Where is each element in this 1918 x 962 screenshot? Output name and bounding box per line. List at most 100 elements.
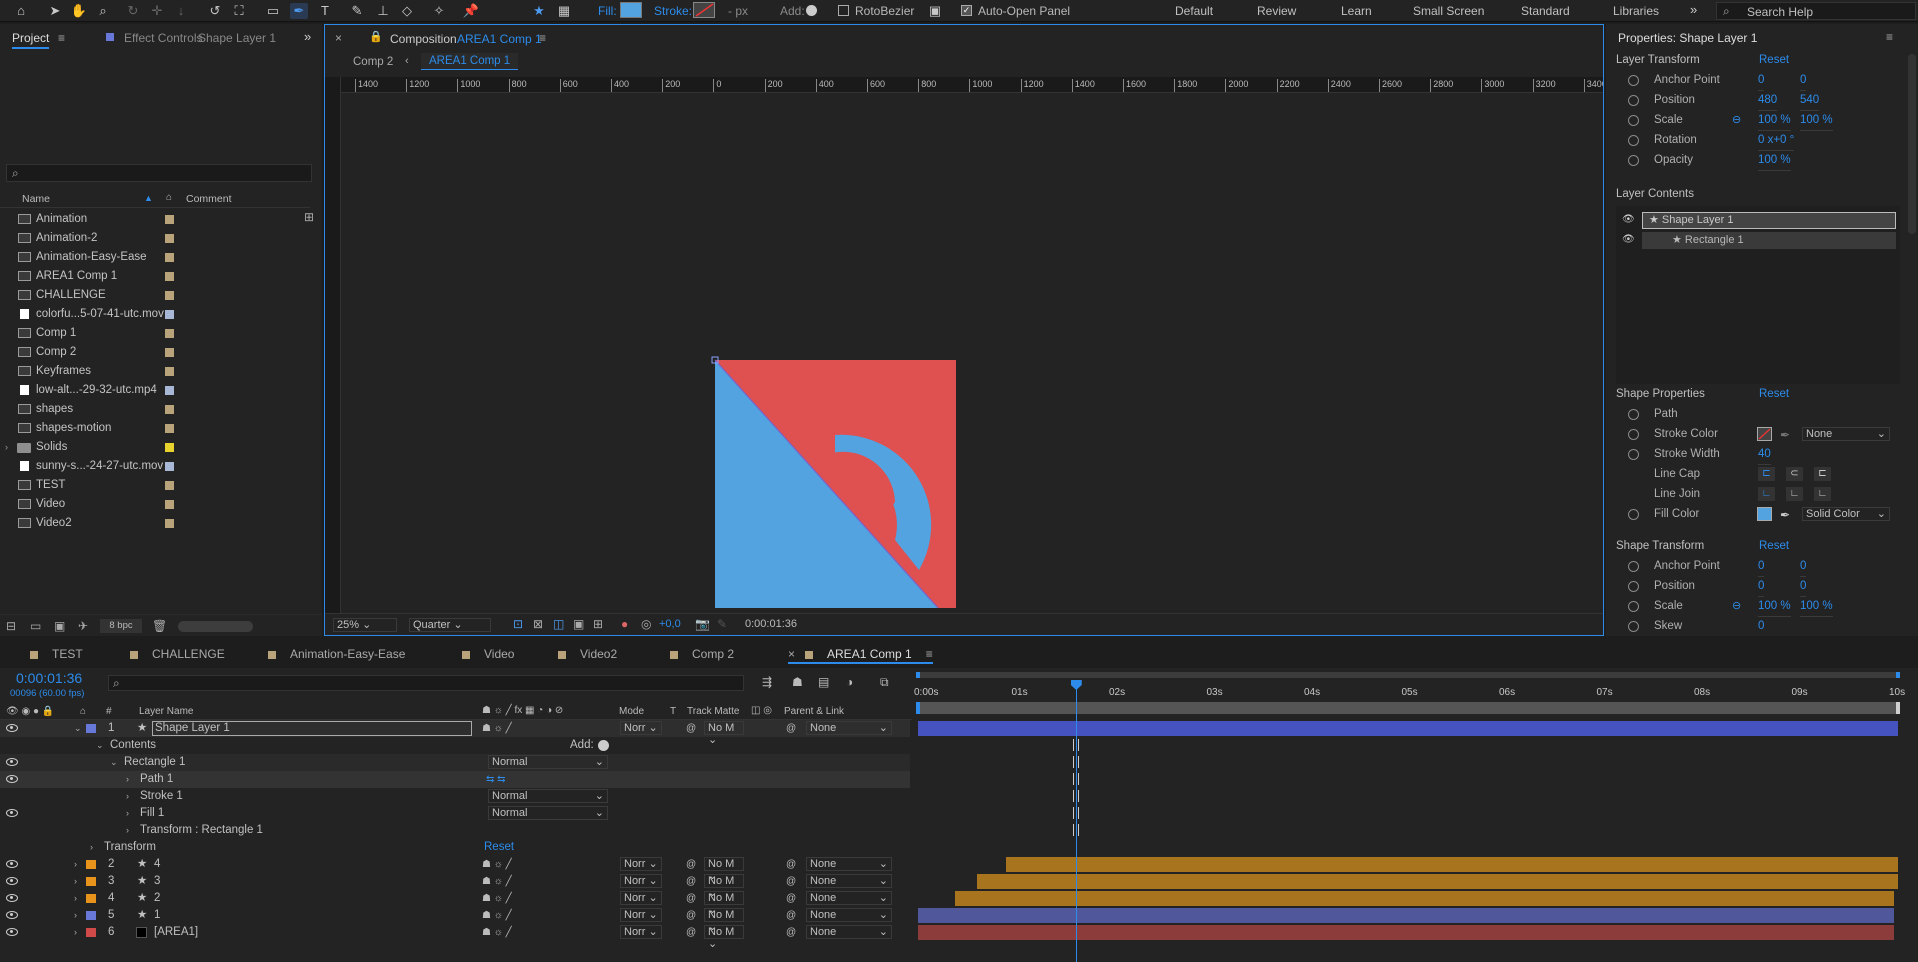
parent-pickwhip-icon[interactable]: @ — [786, 720, 796, 737]
region-interest-icon[interactable]: ▣ — [573, 617, 584, 631]
workspace-small-screen[interactable]: Small Screen — [1413, 4, 1484, 18]
layer-label-color[interactable] — [86, 928, 96, 937]
stroke-swatch[interactable] — [693, 2, 715, 18]
flowchart-icon[interactable]: ⊞ — [304, 210, 314, 224]
home-icon[interactable]: ⌂ — [12, 3, 30, 19]
properties-menu-icon[interactable]: ≡ — [1886, 30, 1893, 44]
rotobezier-checkbox[interactable] — [838, 5, 849, 16]
visibility-eye-icon[interactable] — [6, 775, 18, 783]
pickwhip-icon[interactable]: @ — [686, 873, 696, 890]
property-value-1[interactable]: 0 — [1758, 556, 1765, 577]
parent-pickwhip-icon[interactable]: @ — [786, 924, 796, 941]
shy-layers-icon[interactable]: ☗ — [792, 675, 803, 689]
show-snapshot-icon[interactable]: ✎ — [717, 617, 727, 631]
round-cap-icon[interactable]: ⊂ — [1786, 467, 1803, 481]
comp-menu-icon[interactable]: ≡ — [539, 31, 546, 45]
fill-type-dropdown[interactable]: Solid Color ⌄ — [1802, 507, 1890, 521]
clone-stamp-tool-icon[interactable]: ⊥ — [374, 3, 392, 19]
eyedropper-icon[interactable]: ✒ — [1780, 505, 1790, 525]
layer-label-color[interactable] — [86, 724, 96, 733]
exposure-value[interactable]: +0,0 — [659, 618, 681, 630]
breadcrumb-area1-comp-1[interactable]: AREA1 Comp 1 — [421, 53, 519, 70]
project-item[interactable]: shapes-motion — [0, 419, 300, 438]
butt-cap-icon[interactable]: ⊏ — [1758, 467, 1775, 481]
pickwhip-icon[interactable]: @ — [686, 890, 696, 907]
expand-arrow-icon[interactable]: › — [90, 839, 93, 856]
layer-switches-icons[interactable]: ☗ ☼ ╱ — [482, 873, 512, 890]
zoom-dropdown[interactable]: 25% ⌄ — [333, 618, 397, 632]
shape-properties-reset[interactable]: Reset — [1759, 388, 1789, 400]
stopwatch-icon[interactable] — [1628, 135, 1639, 146]
label-column-icon[interactable]: ⌂ — [166, 192, 172, 203]
project-item[interactable]: low-alt...-29-32-utc.mp4 — [0, 381, 300, 400]
comp-timecode[interactable]: 0:00:01:36 — [745, 618, 797, 630]
composition-viewer[interactable] — [341, 93, 1603, 608]
layer-row[interactable]: › 6 [AREA1] ☗ ☼ ╱ Norr ⌄ @ No M ⌄ @ None ⌄ — [0, 924, 910, 950]
project-item[interactable]: Comp 1 — [0, 324, 300, 343]
expand-panels-icon[interactable]: » — [304, 29, 311, 44]
transform-reset[interactable]: Reset — [484, 839, 514, 856]
label-color-swatch[interactable] — [165, 367, 174, 376]
project-item[interactable]: TEST — [0, 476, 300, 495]
layer-label-color[interactable] — [86, 860, 96, 869]
round-join-icon[interactable]: ∟ — [1786, 487, 1803, 501]
roto-brush-tool-icon[interactable]: ✧ — [430, 3, 448, 19]
transparency-grid-icon[interactable]: ⊠ — [533, 617, 543, 631]
parent-dropdown[interactable]: None ⌄ — [806, 891, 892, 905]
track-matte-dropdown[interactable]: No M ⌄ — [704, 874, 744, 899]
layer-duration-bar[interactable] — [918, 925, 1895, 940]
stroke-width-unit[interactable]: - px — [728, 4, 748, 18]
layer-row[interactable]: › 5 ★ 1 ☗ ☼ ╱ Norr ⌄ @ No M ⌄ @ None ⌄ — [0, 907, 910, 933]
expand-arrow-icon[interactable]: ⌄ — [96, 737, 104, 754]
project-item[interactable]: sunny-s...-24-27-utc.mov — [0, 457, 300, 476]
stopwatch-icon[interactable] — [1628, 581, 1639, 592]
visibility-eye-icon[interactable] — [6, 928, 18, 936]
projecting-cap-icon[interactable]: ⊏ — [1814, 467, 1831, 481]
project-item[interactable]: Video — [0, 495, 300, 514]
parent-pickwhip-icon[interactable]: @ — [786, 890, 796, 907]
tab-menu-icon[interactable]: ≡ — [926, 647, 933, 661]
property-value-2[interactable]: 0 — [1800, 70, 1807, 91]
property-value-1[interactable]: 100 % — [1758, 110, 1791, 131]
blend-mode-dropdown[interactable]: Normal ⌄ — [488, 806, 608, 820]
panel-icon[interactable]: ▣ — [926, 3, 944, 19]
label-color-swatch[interactable] — [165, 424, 174, 433]
expand-arrow-icon[interactable]: › — [126, 771, 129, 788]
property-value-2[interactable]: 100 % — [1800, 110, 1833, 131]
grid-guides-icon[interactable]: ⊞ — [593, 617, 603, 631]
visibility-eye-icon[interactable] — [6, 809, 18, 817]
resolution-dropdown[interactable]: Quarter ⌄ — [409, 618, 491, 632]
project-item[interactable]: colorfu...5-07-41-utc.mov — [0, 305, 300, 324]
property-group-row[interactable]: › Path 1 ⇆ ⇆ — [0, 771, 910, 788]
puppet-pin-tool-icon[interactable]: 📌 — [462, 3, 480, 19]
layer-switches-icons[interactable]: ☗ ☼ ╱ — [482, 720, 512, 737]
layer-mode-dropdown[interactable]: Norr ⌄ — [620, 891, 662, 905]
pickwhip-icon[interactable]: @ — [686, 856, 696, 873]
layer-row[interactable]: › 2 ★ 4 ☗ ☼ ╱ Norr ⌄ @ No M ⌄ @ None ⌄ — [0, 856, 910, 882]
parent-dropdown[interactable]: None ⌄ — [806, 925, 892, 939]
label-color-swatch[interactable] — [165, 329, 174, 338]
visibility-eye-icon[interactable] — [6, 877, 18, 885]
selection-tool-icon[interactable]: ➤ — [46, 3, 64, 19]
layer-label-color[interactable] — [86, 911, 96, 920]
property-value-1[interactable]: 0 x+0 ° — [1758, 130, 1795, 151]
timeline-tab[interactable]: × AREA1 Comp 1 ≡ — [788, 646, 933, 664]
property-value-1[interactable]: 480 — [1758, 90, 1778, 111]
label-color-swatch[interactable] — [165, 443, 174, 452]
blend-mode-dropdown[interactable]: Normal ⌄ — [488, 789, 608, 803]
property-value-1[interactable]: 0 — [1758, 70, 1765, 91]
add-menu-icon[interactable] — [598, 740, 609, 751]
layer-duration-bar[interactable] — [918, 908, 1895, 923]
layer-row[interactable]: › 3 ★ 3 ☗ ☼ ╱ Norr ⌄ @ No M ⌄ @ None ⌄ — [0, 873, 910, 899]
layer-switches-icons[interactable]: ☗ ☼ ╱ — [482, 924, 512, 941]
tool-create-mask-icon[interactable]: ▦ — [555, 3, 573, 19]
label-color-swatch[interactable] — [165, 272, 174, 281]
layer-mode-dropdown[interactable]: Norr ⌄ — [620, 925, 662, 939]
property-value-1[interactable]: 0 — [1758, 576, 1765, 597]
frame-blending-icon[interactable]: ▤ — [818, 675, 829, 689]
visibility-eye-icon[interactable] — [6, 724, 18, 732]
layer-mode-dropdown[interactable]: Norr ⌄ — [620, 857, 662, 871]
expand-arrow-icon[interactable]: › — [74, 856, 77, 873]
expand-arrow-icon[interactable]: › — [126, 788, 129, 805]
fill-color-swatch[interactable] — [1757, 507, 1772, 521]
